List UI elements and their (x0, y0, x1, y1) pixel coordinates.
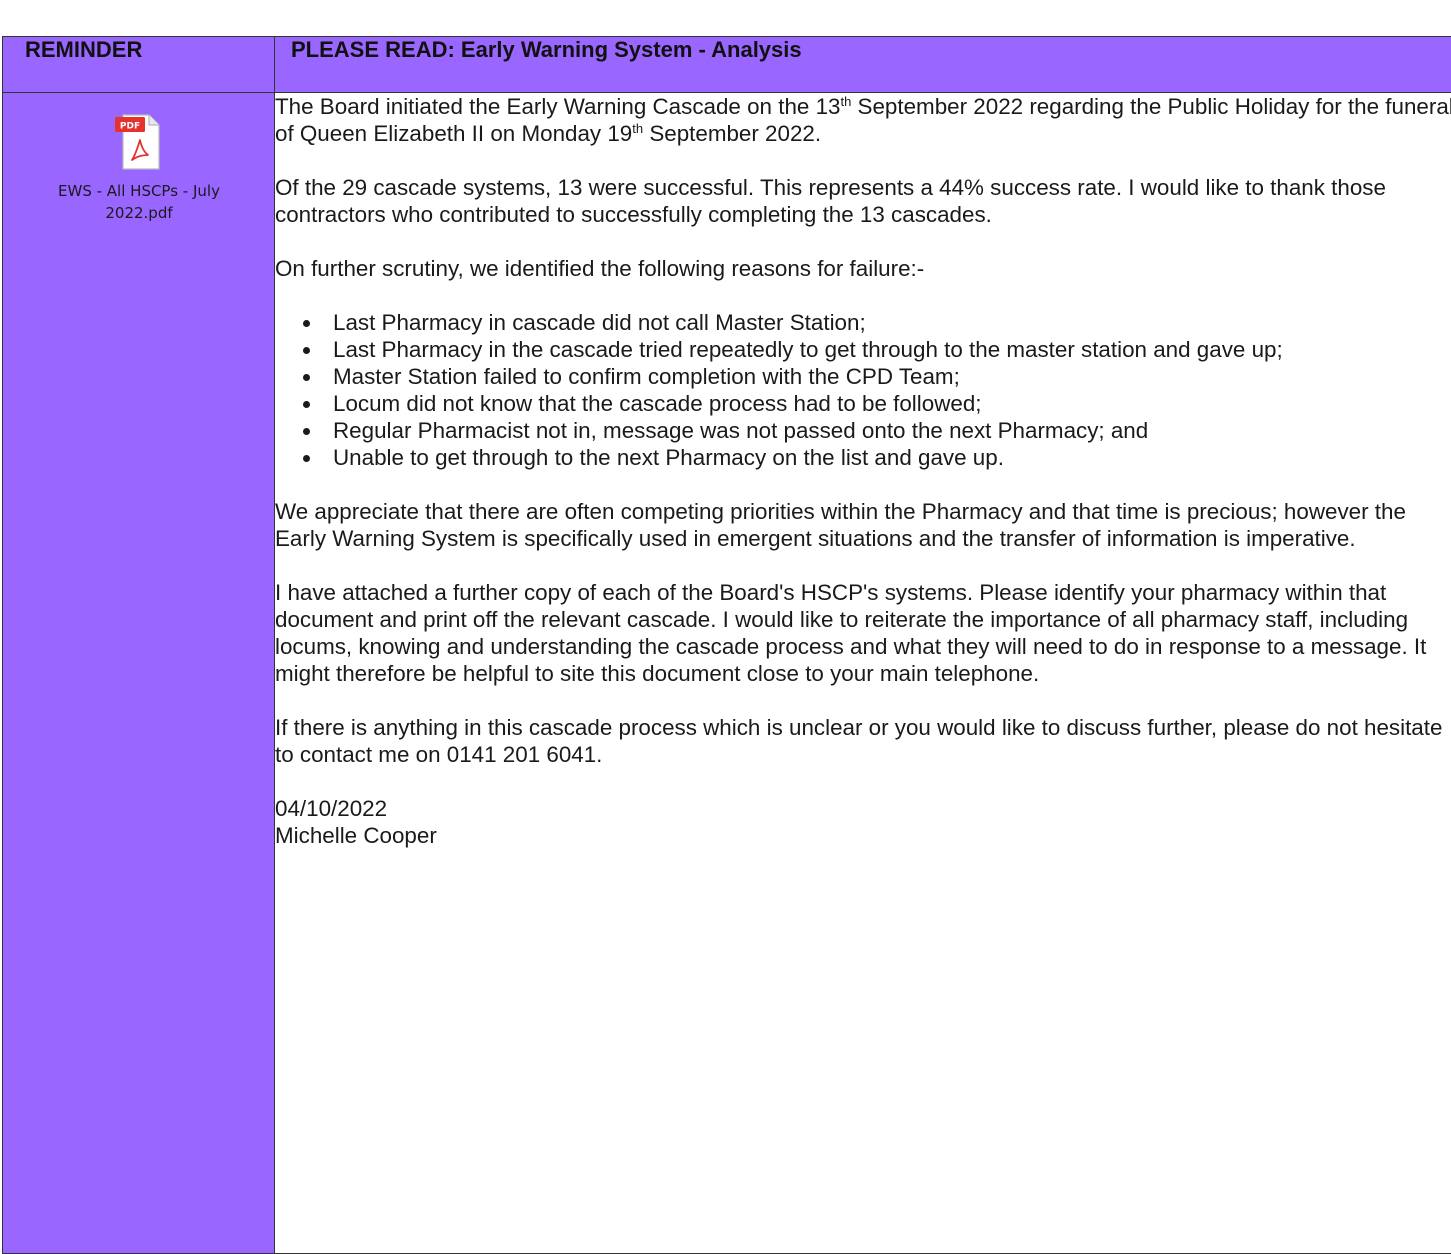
header-left-cell: REMINDER (3, 37, 275, 93)
pdf-badge-label: PDF (120, 122, 140, 132)
notice-date: 04/10/2022 (275, 795, 1451, 822)
header-right-cell: PLEASE READ: Early Warning System - Anal… (275, 37, 1451, 93)
list-item: Last Pharmacy in cascade did not call Ma… (275, 309, 1451, 336)
pdf-attachment[interactable]: PDF EWS - All HSCPs - July 2022.pdf (3, 111, 275, 224)
bullet-icon (303, 347, 310, 354)
bullet-icon (303, 428, 310, 435)
reason-text: Locum did not know that the cascade proc… (333, 391, 982, 416)
reminder-label: REMINDER (3, 37, 274, 63)
notice-body: The Board initiated the Early Warning Ca… (275, 93, 1451, 1254)
notice-table: REMINDER PLEASE READ: Early Warning Syst… (2, 36, 1451, 1254)
body-row: PDF EWS - All HSCPs - July 2022.pdf The … (3, 93, 1451, 1254)
p1-sup-a: th (840, 94, 851, 109)
bullet-icon (303, 401, 310, 408)
reason-text: Regular Pharmacist not in, message was n… (333, 418, 1148, 443)
author-name: Michelle Cooper (275, 822, 1451, 849)
bullet-icon (303, 455, 310, 462)
p1-sup-b: th (632, 121, 643, 136)
paragraph-priorities: We appreciate that there are often compe… (275, 498, 1451, 552)
list-item: Unable to get through to the next Pharma… (275, 444, 1451, 471)
p1-text-a: The Board initiated the Early Warning Ca… (275, 94, 840, 119)
p1-text-c: September 2022. (643, 121, 821, 146)
pdf-file-icon[interactable]: PDF (109, 111, 169, 173)
attachment-filename[interactable]: EWS - All HSCPs - July 2022.pdf (49, 180, 229, 224)
reason-text: Last Pharmacy in cascade did not call Ma… (333, 310, 866, 335)
paragraph-scrutiny: On further scrutiny, we identified the f… (275, 255, 1451, 282)
list-item: Regular Pharmacist not in, message was n… (275, 417, 1451, 444)
list-item: Last Pharmacy in the cascade tried repea… (275, 336, 1451, 363)
list-item: Locum did not know that the cascade proc… (275, 390, 1451, 417)
paragraph-contact: If there is anything in this cascade pro… (275, 714, 1451, 768)
signoff: 04/10/2022 Michelle Cooper (275, 795, 1451, 849)
paragraph-attached-copy: I have attached a further copy of each o… (275, 579, 1451, 687)
reason-text: Last Pharmacy in the cascade tried repea… (333, 337, 1283, 362)
reason-text: Master Station failed to confirm complet… (333, 364, 960, 389)
bullet-icon (303, 320, 310, 327)
list-item: Master Station failed to confirm complet… (275, 363, 1451, 390)
reason-text: Unable to get through to the next Pharma… (333, 445, 1004, 470)
document-page: REMINDER PLEASE READ: Early Warning Syst… (0, 0, 1451, 1239)
bullet-icon (303, 374, 310, 381)
paragraph-cascade-initiated: The Board initiated the Early Warning Ca… (275, 93, 1451, 147)
notice-title: PLEASE READ: Early Warning System - Anal… (275, 37, 1451, 63)
paragraph-success-rate: Of the 29 cascade systems, 13 were succe… (275, 174, 1451, 228)
attachment-cell: PDF EWS - All HSCPs - July 2022.pdf (3, 93, 275, 1254)
header-row: REMINDER PLEASE READ: Early Warning Syst… (3, 37, 1451, 93)
failure-reasons-list: Last Pharmacy in cascade did not call Ma… (275, 309, 1451, 471)
